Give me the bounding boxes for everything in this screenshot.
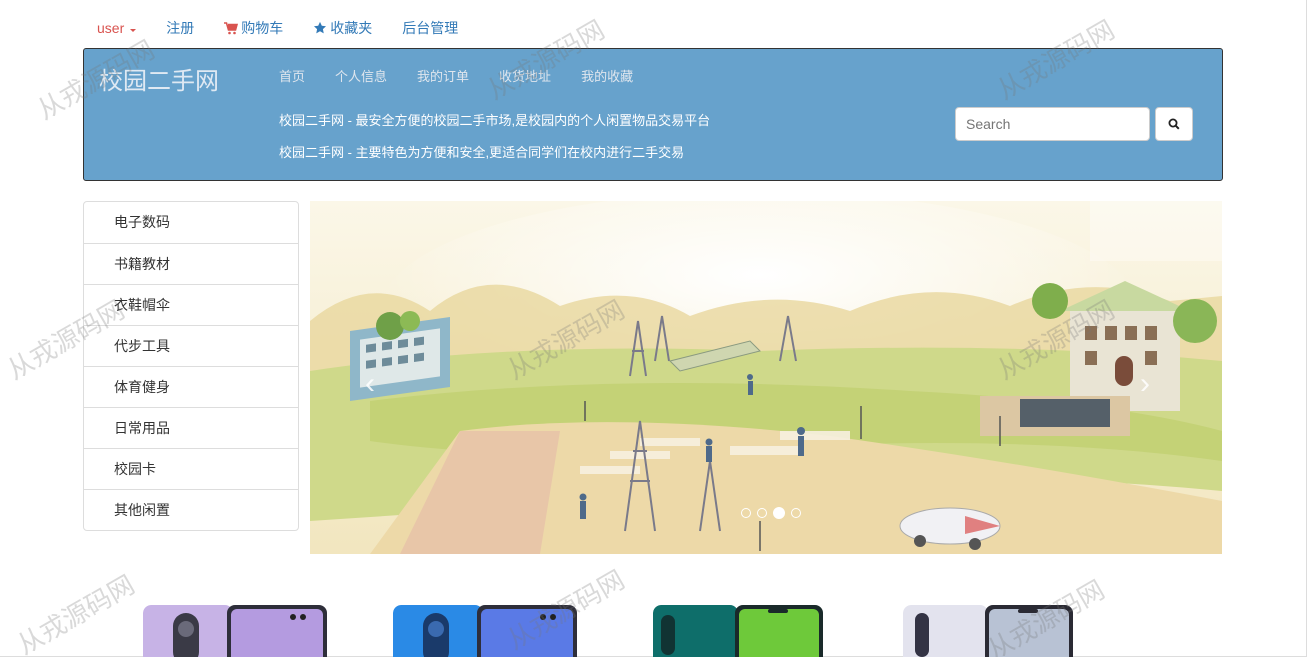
main-nav: 首页 个人信息 我的订单 收货地址 我的收藏: [279, 66, 663, 85]
shopping-cart-icon: [224, 21, 239, 34]
carousel-indicators: [738, 507, 804, 519]
product-image[interactable]: [903, 605, 1088, 657]
category-item-sports[interactable]: 体育健身: [84, 366, 298, 407]
carousel-dot-active[interactable]: [773, 507, 785, 519]
nav-profile[interactable]: 个人信息: [335, 66, 387, 85]
product-image[interactable]: [393, 605, 578, 657]
carousel-prev-icon[interactable]: ‹: [365, 367, 375, 401]
brand-logo-text[interactable]: 校园二手网: [99, 61, 219, 96]
register-link[interactable]: 注册: [166, 18, 194, 38]
nav-favorites[interactable]: 我的收藏: [581, 66, 633, 85]
search-button[interactable]: [1155, 107, 1193, 141]
slogan-line-1: 校园二手网 - 最安全方便的校园二手市场,是校园内的个人闲置物品交易平台: [279, 113, 711, 128]
cart-link[interactable]: 购物车: [224, 18, 283, 38]
carousel-dot[interactable]: [791, 508, 801, 518]
favorites-link[interactable]: 收藏夹: [313, 18, 372, 38]
user-menu-dropdown[interactable]: user: [97, 20, 137, 36]
search-icon: [1168, 118, 1180, 130]
carousel-slide-image: [310, 201, 1222, 554]
category-item-clothing[interactable]: 衣鞋帽伞: [84, 284, 298, 325]
cart-label: 购物车: [241, 20, 284, 36]
category-sidebar: 电子数码 书籍教材 衣鞋帽伞 代步工具 体育健身 日常用品 校园卡 其他闲置: [83, 201, 299, 531]
category-item-transport[interactable]: 代步工具: [84, 325, 298, 366]
user-label: user: [97, 20, 125, 36]
site-header: 校园二手网 首页 个人信息 我的订单 收货地址 我的收藏 校园二手网 - 最安全…: [83, 48, 1223, 181]
carousel-dot[interactable]: [741, 508, 751, 518]
category-item-books[interactable]: 书籍教材: [84, 243, 298, 284]
category-item-campus-card[interactable]: 校园卡: [84, 448, 298, 489]
product-image[interactable]: [653, 605, 838, 657]
carousel-dot[interactable]: [757, 508, 767, 518]
banner-carousel: ‹ ›: [310, 201, 1222, 554]
nav-address[interactable]: 收货地址: [499, 66, 551, 85]
carousel-next-icon[interactable]: ›: [1140, 367, 1150, 401]
category-item-daily[interactable]: 日常用品: [84, 407, 298, 448]
product-image[interactable]: [143, 605, 328, 657]
nav-home[interactable]: 首页: [279, 66, 305, 85]
category-item-other[interactable]: 其他闲置: [84, 489, 298, 530]
category-item-electronics[interactable]: 电子数码: [84, 202, 298, 243]
caret-down-icon: [130, 28, 137, 32]
admin-link[interactable]: 后台管理: [402, 18, 458, 38]
nav-orders[interactable]: 我的订单: [417, 66, 469, 85]
top-nav: user 注册 购物车 收藏夹 后台管理: [83, 14, 488, 42]
star-icon: [314, 21, 327, 34]
favorites-label: 收藏夹: [330, 20, 373, 36]
slogan-line-2: 校园二手网 - 主要特色为方便和安全,更适合同学们在校内进行二手交易: [279, 145, 685, 160]
search-input[interactable]: [955, 107, 1150, 141]
